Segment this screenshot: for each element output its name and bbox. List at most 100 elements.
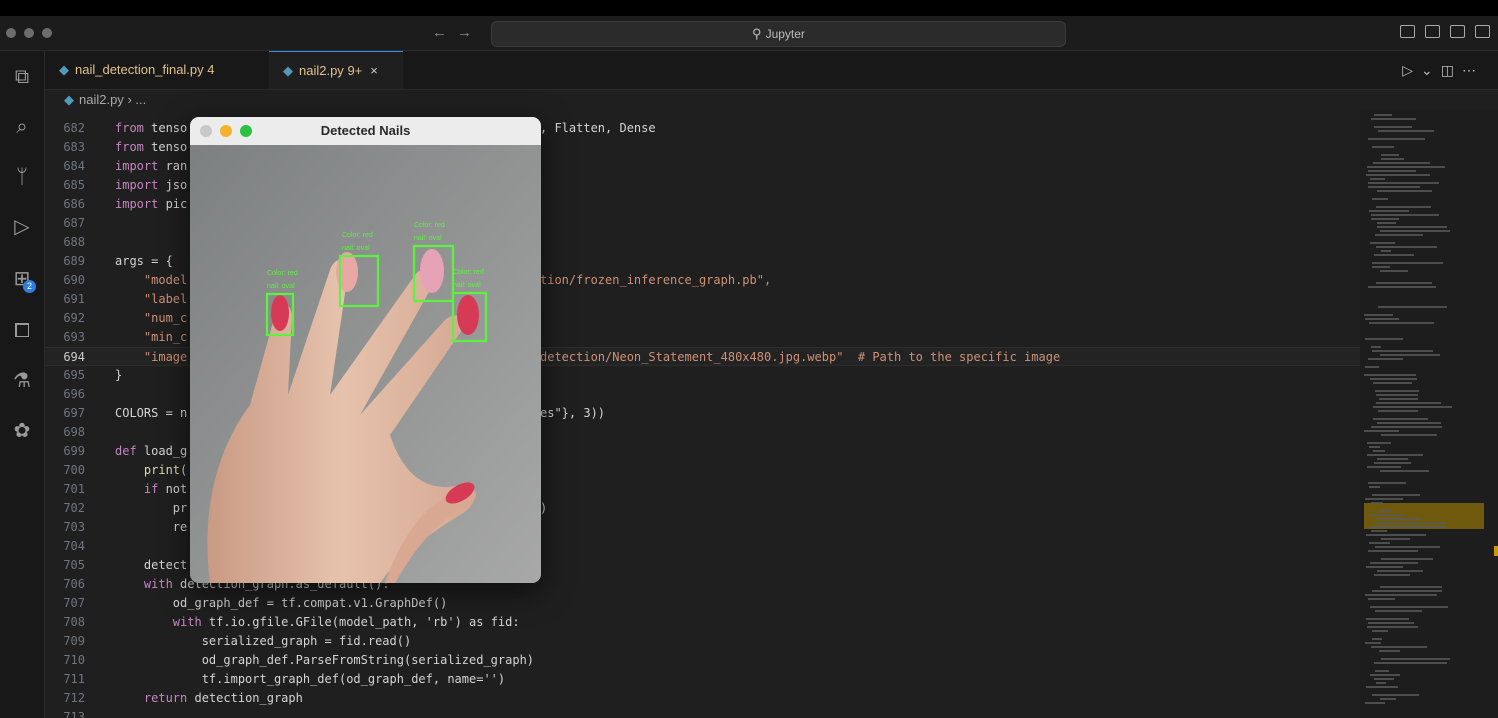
minimap-line — [1365, 338, 1403, 340]
minimap-line — [1375, 546, 1440, 548]
remote-explorer-icon[interactable]: ⧠ — [8, 317, 36, 345]
minimap-line — [1365, 318, 1399, 320]
detection-label-shape: nail: oval — [414, 235, 442, 242]
editor-tab-bar: ◆ nail_detection_final.py 4 ◆ nail2.py 9+ ×… — [45, 51, 1498, 90]
minimap-line — [1369, 542, 1390, 544]
toggle-secondary-sidebar-icon[interactable] — [1450, 25, 1465, 38]
minimap-line — [1369, 446, 1380, 448]
code-text: from tenso — [115, 121, 188, 135]
line-number: 685 — [63, 178, 85, 192]
minimap-line — [1371, 218, 1399, 220]
line-number: 699 — [63, 444, 85, 458]
code-line[interactable]: 708 with tf.io.gfile.GFile(model_path, '… — [45, 613, 1360, 632]
code-line[interactable]: 707 od_graph_def = tf.compat.v1.GraphDef… — [45, 594, 1360, 613]
minimap-line — [1381, 538, 1410, 540]
line-number: 688 — [63, 235, 85, 249]
minimap-line — [1367, 454, 1423, 456]
toggle-sidebar-icon[interactable] — [1400, 25, 1415, 38]
activity-glyph: ⚗ — [13, 370, 31, 392]
code-line[interactable]: 713 — [45, 708, 1360, 718]
testing-icon[interactable]: ⚗ — [8, 367, 36, 395]
detected-nails-window[interactable]: Detected Nails Color: red nail: oval Col… — [190, 117, 541, 583]
minimap-line — [1364, 314, 1393, 316]
minimap-line — [1369, 514, 1403, 516]
customize-layout-icon[interactable] — [1475, 25, 1490, 38]
minimap-line — [1369, 486, 1380, 488]
line-number: 694 — [63, 350, 85, 364]
run-icon[interactable]: ▷ — [1402, 62, 1421, 78]
detection-label-color: Color: red — [453, 269, 484, 276]
line-number: 709 — [63, 634, 85, 648]
back-arrow-icon[interactable]: ← — [432, 24, 457, 41]
minimap-line — [1365, 366, 1379, 368]
minimap-line — [1372, 266, 1390, 268]
activity-bar: ⧉ ⌕ ᛘ ▷ ⊞ 2 ⧠ ⚗ ✿ — [0, 51, 45, 718]
minimap-line — [1375, 234, 1423, 236]
minimap-line — [1377, 570, 1423, 572]
minimap-line — [1378, 410, 1418, 412]
layout-controls[interactable] — [1400, 25, 1490, 38]
minimap-line — [1371, 426, 1442, 428]
toggle-panel-icon[interactable] — [1425, 25, 1440, 38]
activity-glyph: ⧉ — [14, 66, 30, 88]
close-icon[interactable]: × — [370, 63, 378, 78]
code-text: tf.import_graph_def(od_graph_def, name='… — [115, 672, 506, 686]
line-number: 687 — [63, 216, 85, 230]
explorer-icon[interactable]: ⧉ — [8, 63, 36, 91]
minimap-line — [1372, 146, 1394, 148]
activity-glyph: ᛘ — [16, 166, 28, 188]
minimap-line — [1370, 242, 1395, 244]
minimap-line — [1365, 642, 1381, 644]
code-text: if not — [143, 482, 188, 496]
scrollbar-marker — [1494, 546, 1498, 556]
chevron-down-icon[interactable]: ⌄ — [1421, 62, 1441, 78]
code-line[interactable]: 709 serialized_graph = fid.read() — [45, 632, 1360, 651]
code-line[interactable]: 711 tf.import_graph_def(od_graph_def, na… — [45, 670, 1360, 689]
editor-actions[interactable]: ▷⌄◫⋯ — [1402, 62, 1484, 79]
line-number: 689 — [63, 254, 85, 268]
breadcrumb-rest[interactable]: ... — [135, 92, 146, 107]
minimap-line — [1365, 702, 1385, 704]
code-line[interactable]: 710 od_graph_def.ParseFromString(seriali… — [45, 651, 1360, 670]
minimap-line — [1370, 674, 1400, 676]
breadcrumb-file[interactable]: nail2.py — [79, 92, 124, 107]
forward-arrow-icon[interactable]: → — [457, 24, 482, 41]
code-text: "image — [115, 350, 188, 364]
tab-nail-detection-final[interactable]: ◆ nail_detection_final.py 4 — [45, 51, 267, 89]
minimap-line — [1366, 174, 1430, 176]
minimap[interactable] — [1360, 110, 1498, 718]
source-control-icon[interactable]: ᛘ — [8, 163, 36, 191]
popup-title: Detected Nails — [320, 123, 411, 138]
run-debug-icon[interactable]: ▷ — [8, 213, 36, 241]
code-line[interactable]: 712 return detection_graph — [45, 689, 1360, 708]
line-number: 698 — [63, 425, 85, 439]
more-actions-icon[interactable]: ⋯ — [1462, 62, 1484, 78]
minimap-line — [1367, 626, 1418, 628]
minimap-line — [1380, 698, 1396, 700]
minimap-line — [1381, 658, 1450, 660]
minimap-line — [1376, 206, 1431, 208]
minimap-line — [1375, 610, 1422, 612]
python-icon[interactable]: ✿ — [8, 417, 36, 445]
minimap-line — [1366, 566, 1403, 568]
line-number: 697 — [63, 406, 85, 420]
minimap-line — [1372, 638, 1382, 640]
history-nav[interactable]: ←→ — [432, 24, 482, 41]
title-bar: ←→ ⚲ Jupyter — [0, 16, 1498, 51]
search-icon[interactable]: ⌕ — [8, 113, 36, 141]
extensions-icon[interactable]: ⊞ 2 — [8, 265, 36, 293]
minimap-line — [1372, 694, 1419, 696]
minimap-line — [1366, 618, 1409, 620]
code-text: od_graph_def.ParseFromString(serialized_… — [115, 653, 535, 667]
code-text: print( — [143, 463, 188, 477]
window-controls[interactable] — [6, 28, 52, 38]
breadcrumb[interactable]: ◆ nail2.py › ... — [64, 92, 146, 108]
minimap-line — [1371, 502, 1383, 504]
split-editor-icon[interactable]: ◫ — [1441, 62, 1462, 78]
line-number: 711 — [63, 672, 85, 686]
tab-nail2[interactable]: ◆ nail2.py 9+ × — [269, 51, 403, 89]
line-number: 684 — [63, 159, 85, 173]
minimap-line — [1371, 346, 1381, 348]
minimap-line — [1364, 430, 1399, 432]
command-center-search[interactable]: ⚲ Jupyter — [491, 21, 1066, 47]
